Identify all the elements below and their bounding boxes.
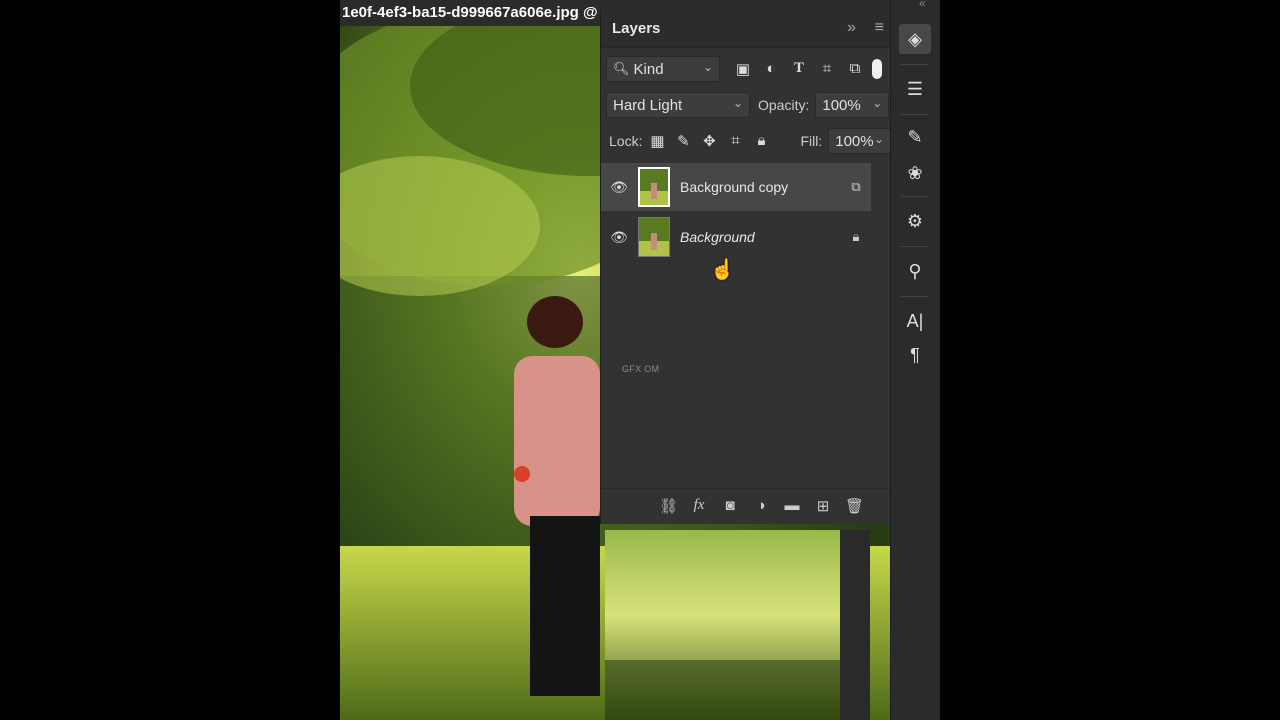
chevron-down-icon: ⌄ [702, 60, 713, 74]
layer-row-background[interactable]: 👁︎ Background 🔒︎ [601, 213, 871, 261]
strip-divider [901, 246, 929, 247]
lock-position-icon[interactable]: ✥ [698, 132, 720, 150]
lock-icons: ▦ ✎ ✥ ⌗ 🔒︎ [646, 132, 772, 150]
layers-icon[interactable]: ◈ [899, 24, 931, 54]
panel-footer: ⛓︎ fx ◙ ◑ ▬ ⊞ 🗑︎ [601, 488, 891, 522]
blend-mode-dropdown[interactable]: Hard Light ⌄ [606, 92, 750, 118]
image-filter-icon[interactable]: ▣ [732, 60, 754, 78]
layer-name[interactable]: Background [680, 229, 841, 245]
collapse-strip-icon[interactable]: « [919, 0, 926, 10]
clone-source-icon[interactable]: ⚲ [899, 256, 931, 286]
search-icon: 🔍︎ [613, 61, 630, 76]
layer-thumbnail [638, 217, 670, 257]
adjustments-icon[interactable]: ⚙︎ [899, 206, 931, 236]
preview-photo [605, 530, 840, 720]
link-layers-icon[interactable]: ⛓︎ [659, 497, 678, 515]
adjustment-layer-icon[interactable]: ◑ [752, 497, 770, 514]
watermark: GFX OM [622, 364, 660, 374]
new-layer-icon[interactable]: ⊞ [814, 497, 832, 515]
adjustment-filter-icon[interactable]: ◐ [760, 60, 782, 78]
lock-image-pixels-icon[interactable]: ✎ [672, 132, 694, 150]
filter-icons: ▣ ◐ T ⌗ ⧉ [732, 60, 866, 78]
paragraph-icon[interactable]: ¶ [899, 340, 931, 370]
preview-edge [840, 530, 870, 720]
lock-transparent-pixels-icon[interactable]: ▦ [646, 132, 668, 150]
strip-divider [901, 196, 929, 197]
opacity-label: Opacity: [758, 97, 810, 113]
layer-name[interactable]: Background copy [680, 179, 841, 195]
panel-menu-icon[interactable]: ≡ [875, 19, 884, 37]
fill-field[interactable]: 100% ⌄ [828, 128, 891, 154]
strip-divider [901, 296, 929, 297]
lock-artboard-icon[interactable]: ⌗ [724, 132, 746, 150]
kind-label: Kind [633, 60, 664, 78]
brush-settings-icon[interactable]: ✎ [899, 122, 931, 152]
strip-divider [901, 114, 929, 115]
blend-mode-value: Hard Light [613, 96, 683, 114]
character-icon[interactable]: A| [899, 306, 931, 336]
lock-all-icon[interactable]: 🔒︎ [750, 132, 772, 150]
properties-icon[interactable]: ☰ [899, 74, 931, 104]
layer-mask-icon[interactable]: ◙ [721, 497, 739, 514]
smart-object-icon: ⧉ [851, 179, 861, 194]
lock-row: Lock: ▦ ✎ ✥ ⌗ 🔒︎ Fill: 100% ⌄ [601, 128, 891, 154]
filter-row: 🔍︎ Kind ⌄ ▣ ◐ T ⌗ ⧉ [601, 56, 891, 82]
trash-icon[interactable]: 🗑︎ [845, 497, 864, 515]
chevron-down-icon[interactable]: ⌄ [874, 132, 884, 146]
type-filter-icon[interactable]: T [788, 60, 810, 78]
lock-label: Lock: [609, 133, 643, 149]
layer-row-background-copy[interactable]: 👁︎ Background copy ⧉ [601, 163, 871, 211]
visibility-eye-icon[interactable]: 👁︎ [601, 179, 637, 196]
color-icon[interactable]: ❀ [899, 158, 931, 188]
right-panel-strip: « ◈ ☰ ✎ ❀ ⚙︎ ⚲ A| ¶ [890, 0, 940, 720]
opacity-value: 100% [822, 96, 861, 114]
smart-object-filter-icon[interactable]: ⧉ [844, 60, 866, 78]
group-folder-icon[interactable]: ▬ [783, 497, 801, 514]
shape-filter-icon[interactable]: ⌗ [816, 60, 838, 78]
collapse-panel-icon[interactable]: » [847, 19, 856, 37]
opacity-field[interactable]: 100% ⌄ [815, 92, 890, 118]
blend-row: Hard Light ⌄ Opacity: 100% ⌄ [601, 92, 891, 118]
chevron-down-icon[interactable]: ⌄ [872, 96, 882, 110]
layer-thumbnail [638, 167, 670, 207]
panel-title[interactable]: Layers [612, 20, 660, 37]
layers-panel: Layers » ≡ 🔍︎ Kind ⌄ ▣ ◐ T ⌗ ⧉ Hard Ligh… [600, 10, 891, 524]
chevron-down-icon: ⌄ [732, 96, 743, 110]
lock-icon[interactable]: 🔒︎ [841, 229, 871, 245]
visibility-eye-icon[interactable]: 👁︎ [601, 229, 637, 246]
fx-icon[interactable]: fx [690, 497, 708, 514]
strip-divider [901, 64, 929, 65]
hand-cursor-icon: ☝ [710, 259, 735, 281]
kind-filter-dropdown[interactable]: 🔍︎ Kind ⌄ [606, 56, 720, 82]
fill-value: 100% [835, 132, 874, 150]
filter-toggle[interactable] [872, 59, 882, 79]
fill-label: Fill: [800, 133, 823, 149]
